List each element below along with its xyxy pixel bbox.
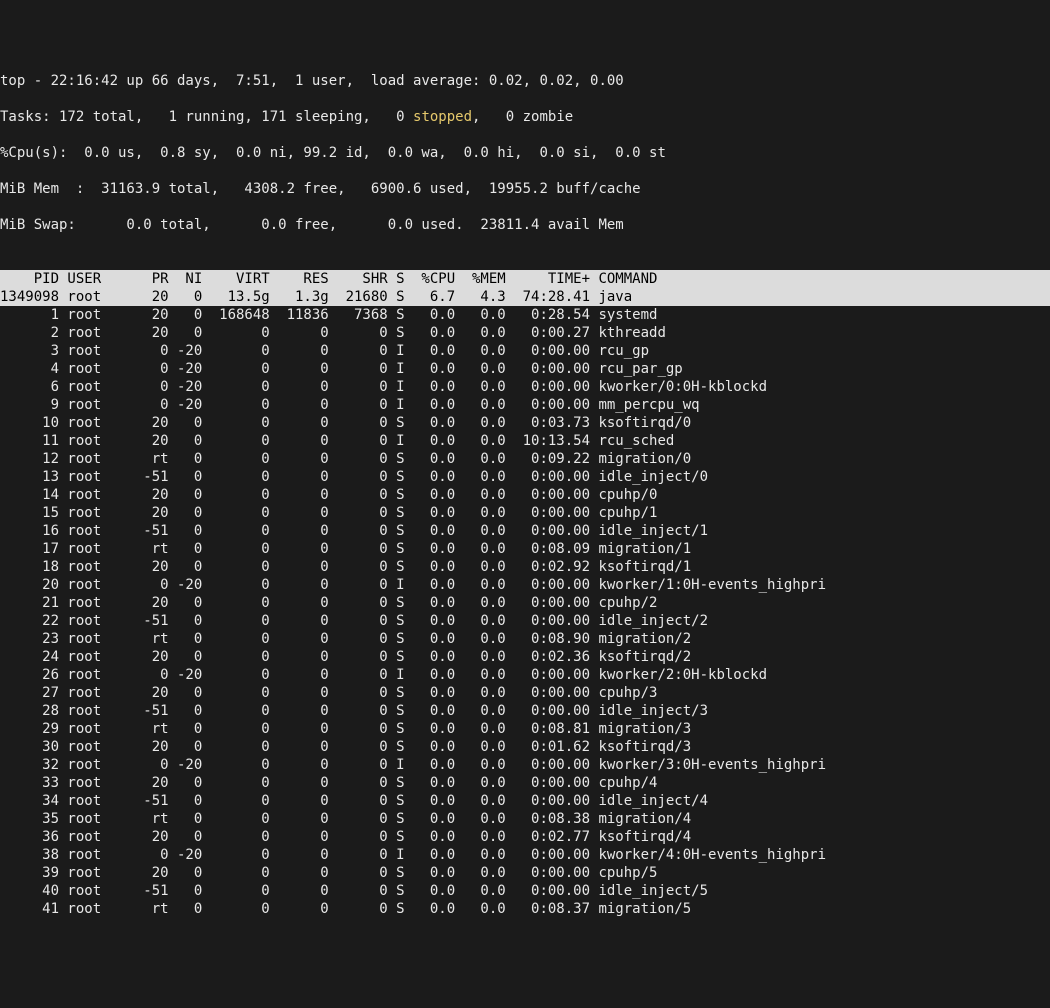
- process-row[interactable]: 40 root -51 0 0 0 0 S 0.0 0.0 0:00.00 id…: [0, 883, 708, 899]
- process-row[interactable]: 22 root -51 0 0 0 0 S 0.0 0.0 0:00.00 id…: [0, 613, 708, 629]
- process-row[interactable]: 10 root 20 0 0 0 0 S 0.0 0.0 0:03.73 kso…: [0, 415, 691, 431]
- process-row[interactable]: 24 root 20 0 0 0 0 S 0.0 0.0 0:02.36 kso…: [0, 649, 691, 665]
- process-row[interactable]: 12 root rt 0 0 0 0 S 0.0 0.0 0:09.22 mig…: [0, 451, 691, 467]
- process-row[interactable]: 36 root 20 0 0 0 0 S 0.0 0.0 0:02.77 kso…: [0, 829, 691, 845]
- process-row[interactable]: 33 root 20 0 0 0 0 S 0.0 0.0 0:00.00 cpu…: [0, 775, 657, 791]
- process-row[interactable]: 4 root 0 -20 0 0 0 I 0.0 0.0 0:00.00 rcu…: [0, 361, 683, 377]
- tasks-line: Tasks: 172 total, 1 running, 171 sleepin…: [0, 109, 573, 125]
- summary-line: top - 22:16:42 up 66 days, 7:51, 1 user,…: [0, 73, 624, 89]
- process-row[interactable]: 35 root rt 0 0 0 0 S 0.0 0.0 0:08.38 mig…: [0, 811, 691, 827]
- process-row[interactable]: 32 root 0 -20 0 0 0 I 0.0 0.0 0:00.00 kw…: [0, 757, 826, 773]
- process-row[interactable]: 1 root 20 0 168648 11836 7368 S 0.0 0.0 …: [0, 307, 657, 323]
- process-row[interactable]: 39 root 20 0 0 0 0 S 0.0 0.0 0:00.00 cpu…: [0, 865, 657, 881]
- process-row[interactable]: 16 root -51 0 0 0 0 S 0.0 0.0 0:00.00 id…: [0, 523, 708, 539]
- process-row[interactable]: 29 root rt 0 0 0 0 S 0.0 0.0 0:08.81 mig…: [0, 721, 691, 737]
- process-row[interactable]: 34 root -51 0 0 0 0 S 0.0 0.0 0:00.00 id…: [0, 793, 708, 809]
- process-row[interactable]: 17 root rt 0 0 0 0 S 0.0 0.0 0:08.09 mig…: [0, 541, 691, 557]
- column-header-row[interactable]: PID USER PR NI VIRT RES SHR S %CPU %MEM …: [0, 270, 1050, 288]
- cpu-line: %Cpu(s): 0.0 us, 0.8 sy, 0.0 ni, 99.2 id…: [0, 145, 666, 161]
- process-row[interactable]: 3 root 0 -20 0 0 0 I 0.0 0.0 0:00.00 rcu…: [0, 343, 649, 359]
- process-row[interactable]: 20 root 0 -20 0 0 0 I 0.0 0.0 0:00.00 kw…: [0, 577, 826, 593]
- process-row[interactable]: 23 root rt 0 0 0 0 S 0.0 0.0 0:08.90 mig…: [0, 631, 691, 647]
- process-table[interactable]: 1349098 root 20 0 13.5g 1.3g 21680 S 6.7…: [0, 288, 1050, 918]
- process-row[interactable]: 27 root 20 0 0 0 0 S 0.0 0.0 0:00.00 cpu…: [0, 685, 657, 701]
- process-row[interactable]: 13 root -51 0 0 0 0 S 0.0 0.0 0:00.00 id…: [0, 469, 708, 485]
- process-row[interactable]: 18 root 20 0 0 0 0 S 0.0 0.0 0:02.92 kso…: [0, 559, 691, 575]
- process-row[interactable]: 9 root 0 -20 0 0 0 I 0.0 0.0 0:00.00 mm_…: [0, 397, 700, 413]
- process-row[interactable]: 6 root 0 -20 0 0 0 I 0.0 0.0 0:00.00 kwo…: [0, 379, 767, 395]
- process-row[interactable]: 15 root 20 0 0 0 0 S 0.0 0.0 0:00.00 cpu…: [0, 505, 657, 521]
- process-row[interactable]: 14 root 20 0 0 0 0 S 0.0 0.0 0:00.00 cpu…: [0, 487, 657, 503]
- swap-line: MiB Swap: 0.0 total, 0.0 free, 0.0 used.…: [0, 217, 624, 233]
- process-row[interactable]: 30 root 20 0 0 0 0 S 0.0 0.0 0:01.62 kso…: [0, 739, 691, 755]
- process-row[interactable]: 11 root 20 0 0 0 0 I 0.0 0.0 10:13.54 rc…: [0, 433, 674, 449]
- process-row[interactable]: 41 root rt 0 0 0 0 S 0.0 0.0 0:08.37 mig…: [0, 901, 691, 917]
- mem-line: MiB Mem : 31163.9 total, 4308.2 free, 69…: [0, 181, 641, 197]
- process-row[interactable]: 2 root 20 0 0 0 0 S 0.0 0.0 0:00.27 kthr…: [0, 325, 666, 341]
- process-row[interactable]: 38 root 0 -20 0 0 0 I 0.0 0.0 0:00.00 kw…: [0, 847, 826, 863]
- process-row[interactable]: 1349098 root 20 0 13.5g 1.3g 21680 S 6.7…: [0, 288, 1050, 306]
- process-row[interactable]: 26 root 0 -20 0 0 0 I 0.0 0.0 0:00.00 kw…: [0, 667, 767, 683]
- process-row[interactable]: 21 root 20 0 0 0 0 S 0.0 0.0 0:00.00 cpu…: [0, 595, 657, 611]
- process-row[interactable]: 28 root -51 0 0 0 0 S 0.0 0.0 0:00.00 id…: [0, 703, 708, 719]
